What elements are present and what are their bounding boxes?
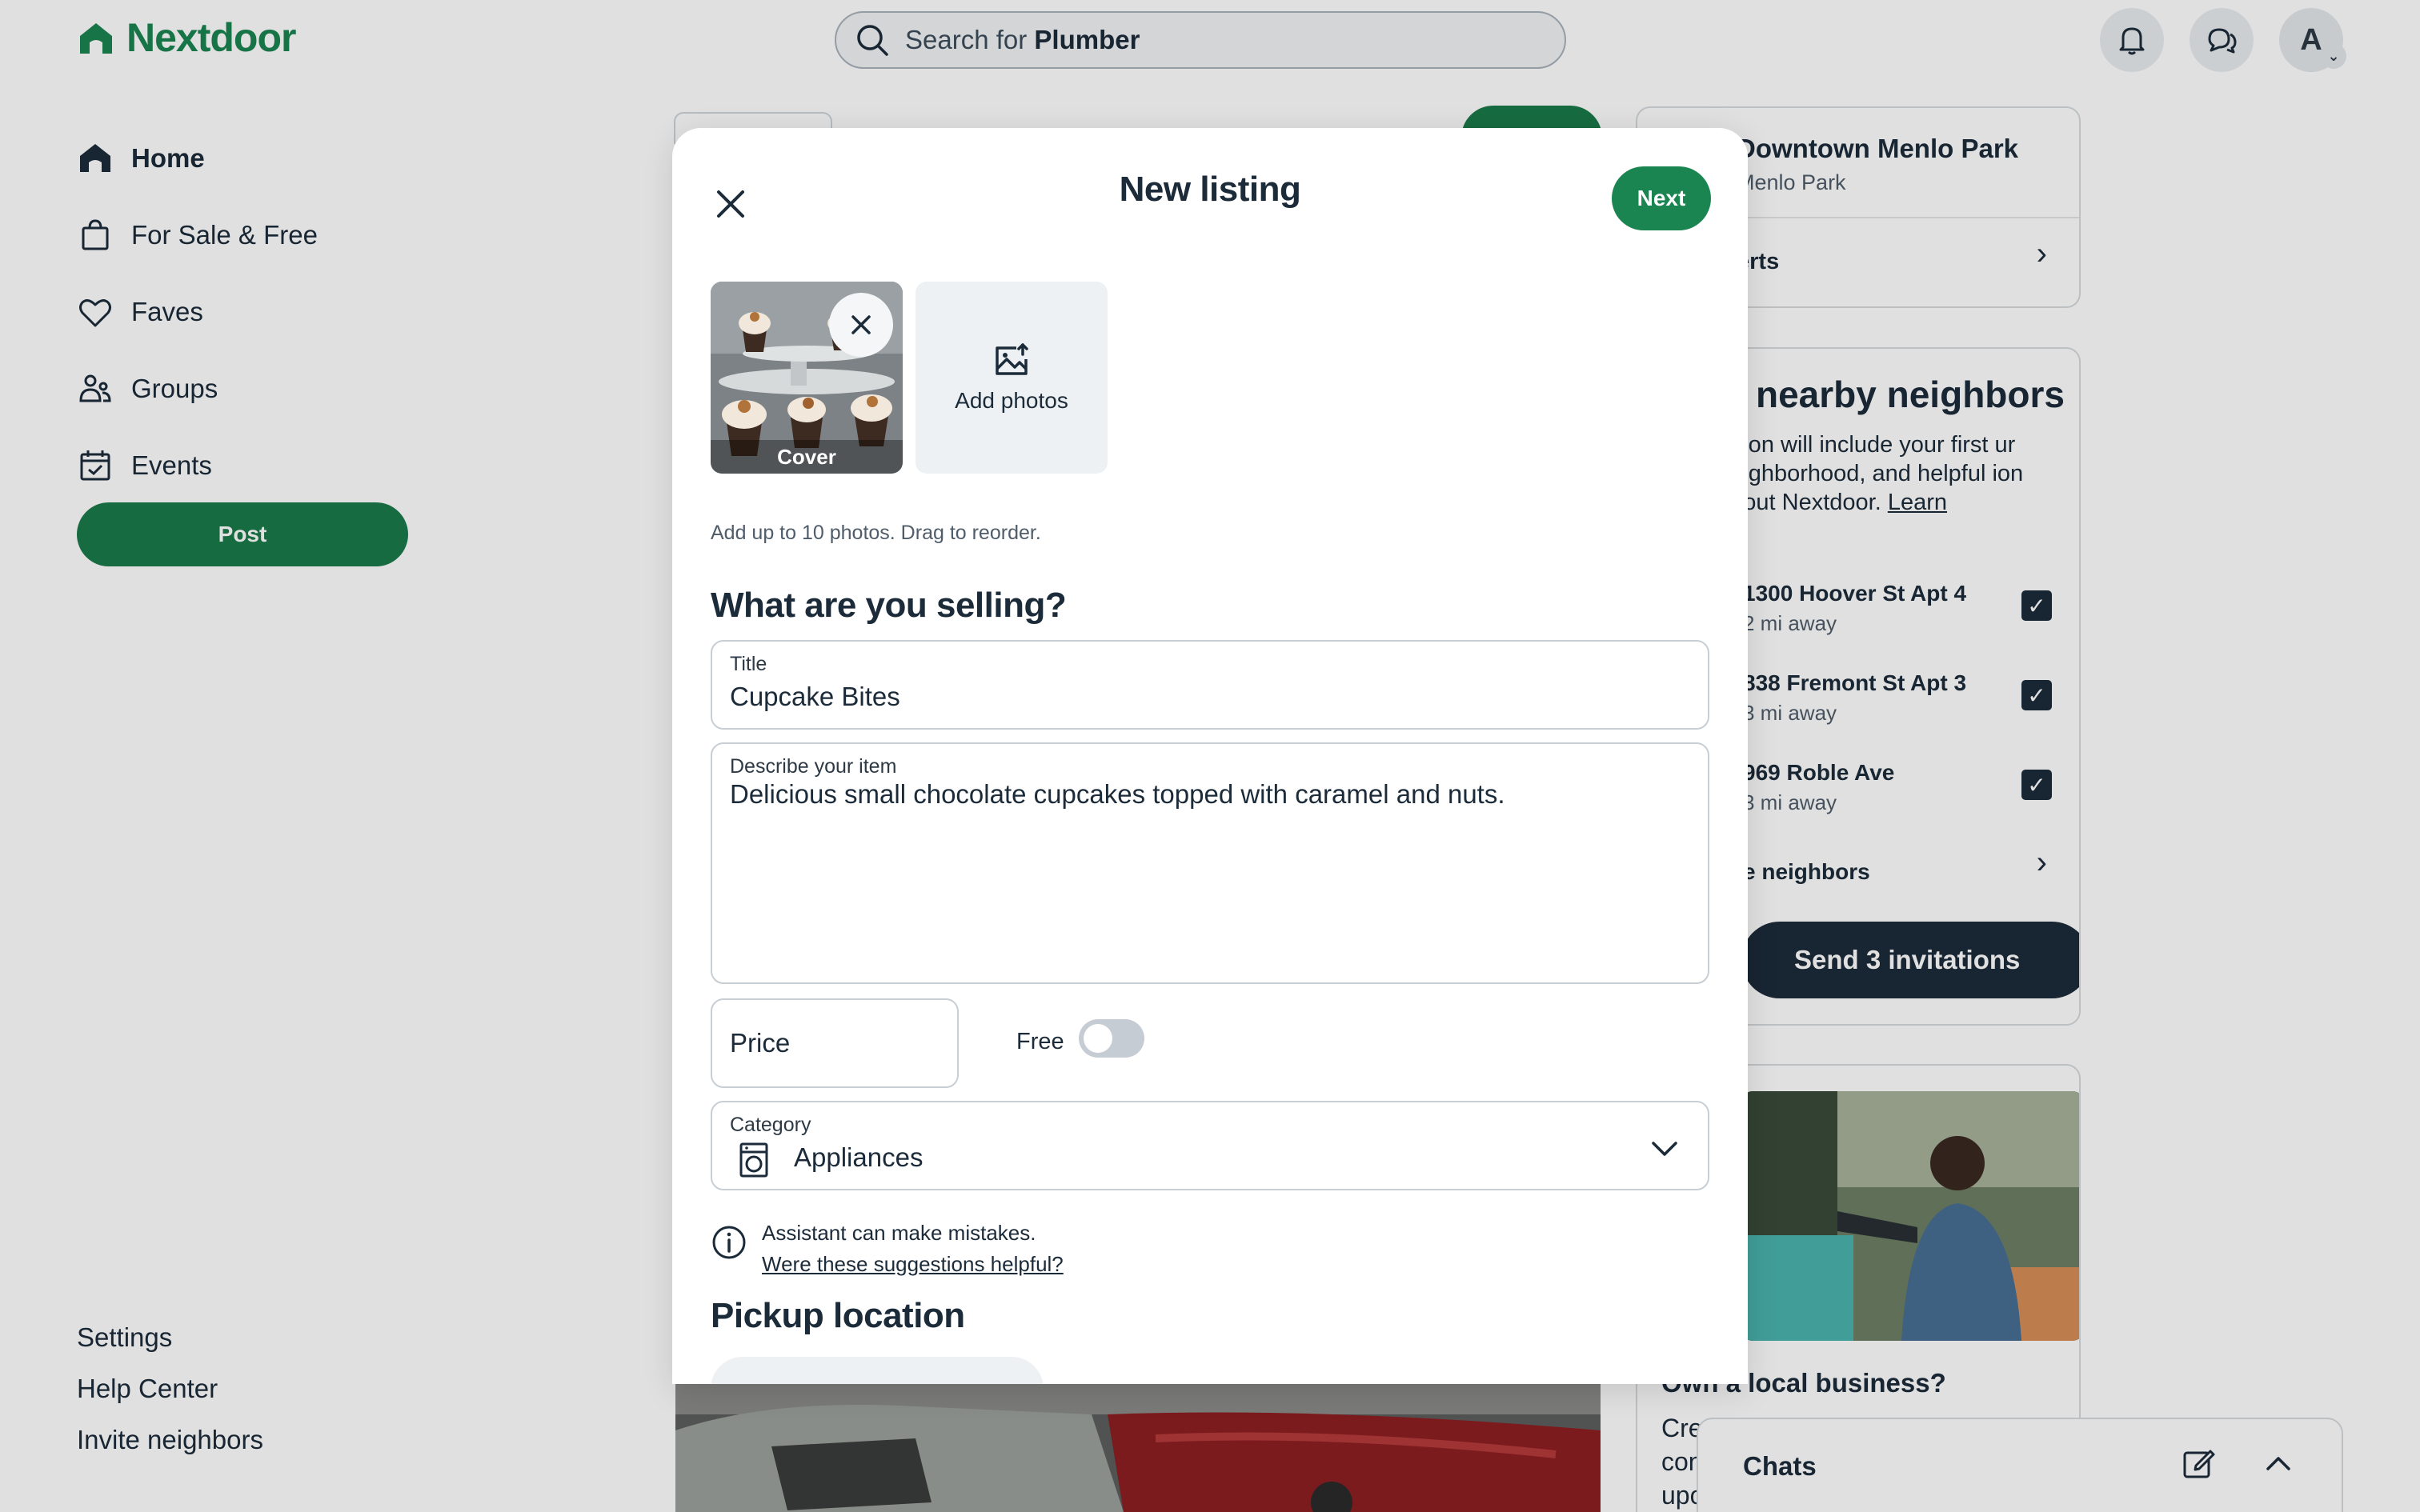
washing-machine-icon [739, 1142, 768, 1178]
assistant-note: Assistant can make mistakes. Were these … [711, 1221, 1064, 1277]
title-field[interactable]: Title Cupcake Bites [711, 640, 1709, 730]
description-value[interactable]: Delicious small chocolate cupcakes toppe… [730, 779, 1505, 810]
new-listing-modal: New listing Next Cover Add photos Add up… [672, 128, 1748, 1384]
free-toggle[interactable] [1079, 1019, 1144, 1058]
add-photos-button[interactable]: Add photos [916, 282, 1108, 474]
price-input[interactable]: Price [711, 998, 959, 1088]
modal-title: New listing [1119, 170, 1301, 209]
title-label: Title [730, 653, 767, 675]
pickup-location-chip[interactable] [711, 1357, 1044, 1384]
toggle-knob [1084, 1024, 1112, 1053]
add-photos-label: Add photos [955, 388, 1068, 413]
category-label: Category [730, 1114, 811, 1136]
cover-label: Cover [711, 440, 903, 474]
category-value: Appliances [794, 1142, 924, 1172]
category-select[interactable]: Category Appliances [711, 1101, 1709, 1190]
description-field[interactable]: Describe your item Delicious small choco… [711, 742, 1709, 984]
remove-photo-button[interactable] [829, 293, 893, 357]
cover-photo[interactable]: Cover [711, 282, 903, 474]
assistant-note-text: Assistant can make mistakes. [762, 1221, 1036, 1245]
free-label: Free [1016, 1029, 1064, 1054]
chevron-down-icon [1652, 1142, 1677, 1156]
feedback-link[interactable]: Were these suggestions helpful? [762, 1252, 1064, 1277]
pickup-heading: Pickup location [711, 1296, 965, 1335]
close-icon [851, 315, 871, 334]
info-icon [712, 1226, 746, 1259]
title-value[interactable]: Cupcake Bites [730, 682, 900, 712]
description-label: Describe your item [730, 755, 897, 778]
selling-heading: What are you selling? [711, 586, 1067, 625]
next-button[interactable]: Next [1612, 166, 1711, 230]
add-image-icon [996, 343, 1028, 375]
photo-hint: Add up to 10 photos. Drag to reorder. [711, 522, 1041, 544]
